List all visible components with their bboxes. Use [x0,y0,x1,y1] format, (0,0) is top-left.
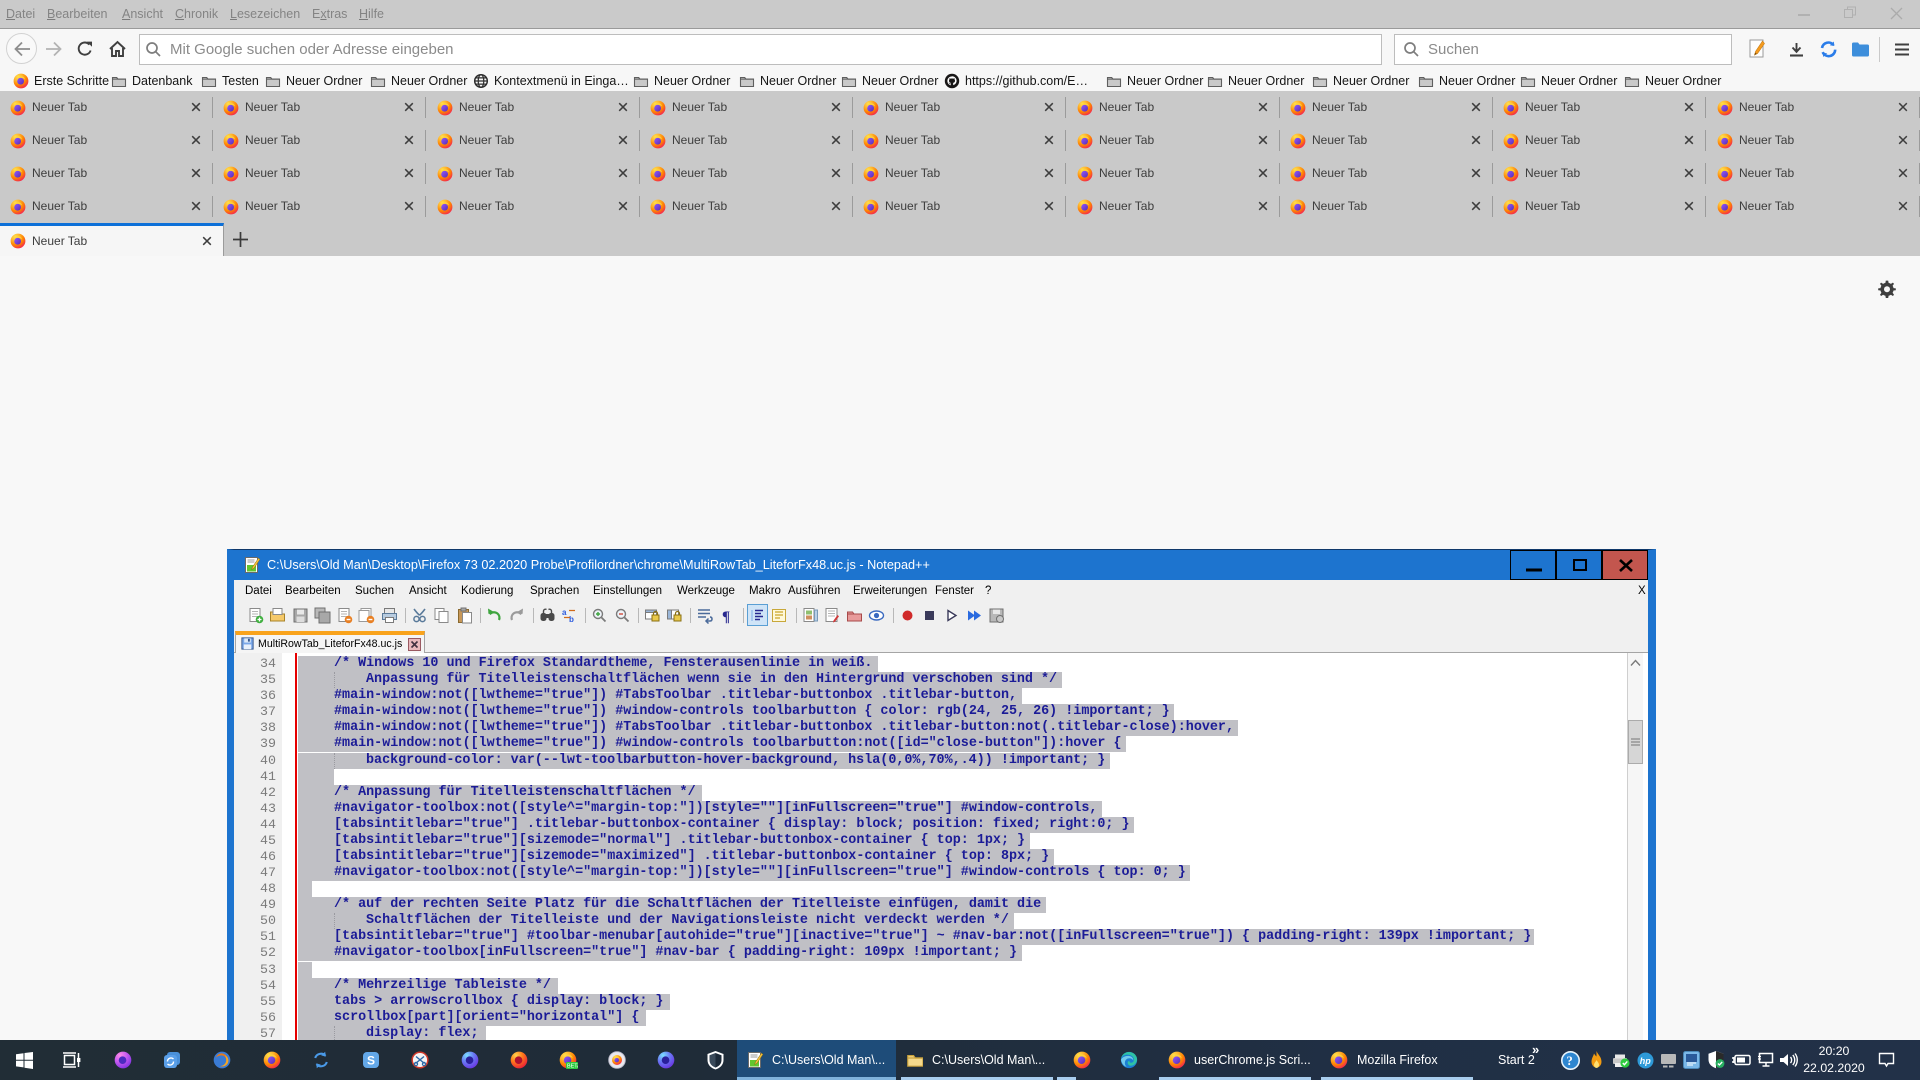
svg-text:?: ? [1567,1054,1573,1068]
svg-text:S: S [367,1054,375,1068]
svg-text:¶: ¶ [722,609,730,624]
svg-text:a: a [562,608,567,617]
svg-text:b: b [569,615,574,624]
svg-text:hp: hp [1640,1056,1651,1066]
svg-text:BETA: BETA [567,1064,578,1069]
